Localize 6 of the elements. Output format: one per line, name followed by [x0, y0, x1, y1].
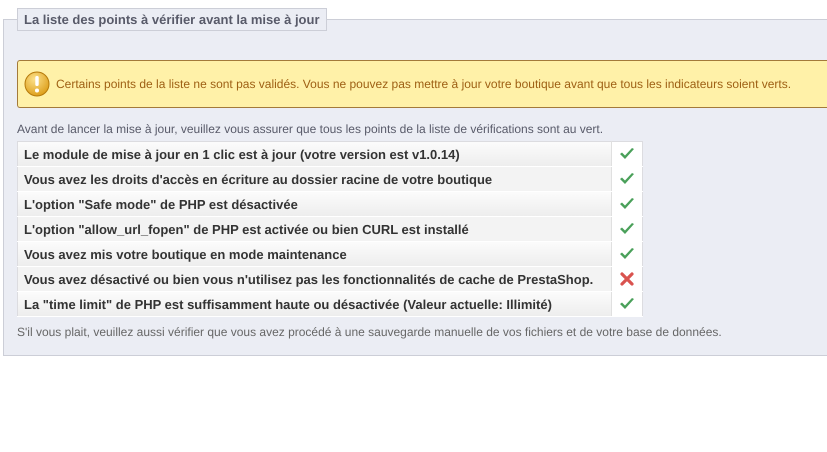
check-label: La "time limit" de PHP est suffisamment haute ou désactivée (Valeur actuelle: Illimité) — [18, 292, 612, 316]
warning-icon — [24, 71, 50, 97]
footer-note: S'il vous plait, veuillez aussi vérifier que vous avez procédé à une sauvegarde manuelle de vos fichiers et de votre base de données. — [17, 325, 723, 339]
intro-text: Avant de lancer la mise à jour, veuillez vous assurer que tous les points de la liste de vérifications sont au vert. — [17, 122, 604, 136]
warning-text: Certains points de la liste ne sont pas validés. Vous ne pouvez pas mettre à jour votre boutique avant que tous les indicateurs soient verts. — [56, 77, 792, 91]
panel-title: La liste des points à vérifier avant la mise à jour — [17, 8, 327, 31]
